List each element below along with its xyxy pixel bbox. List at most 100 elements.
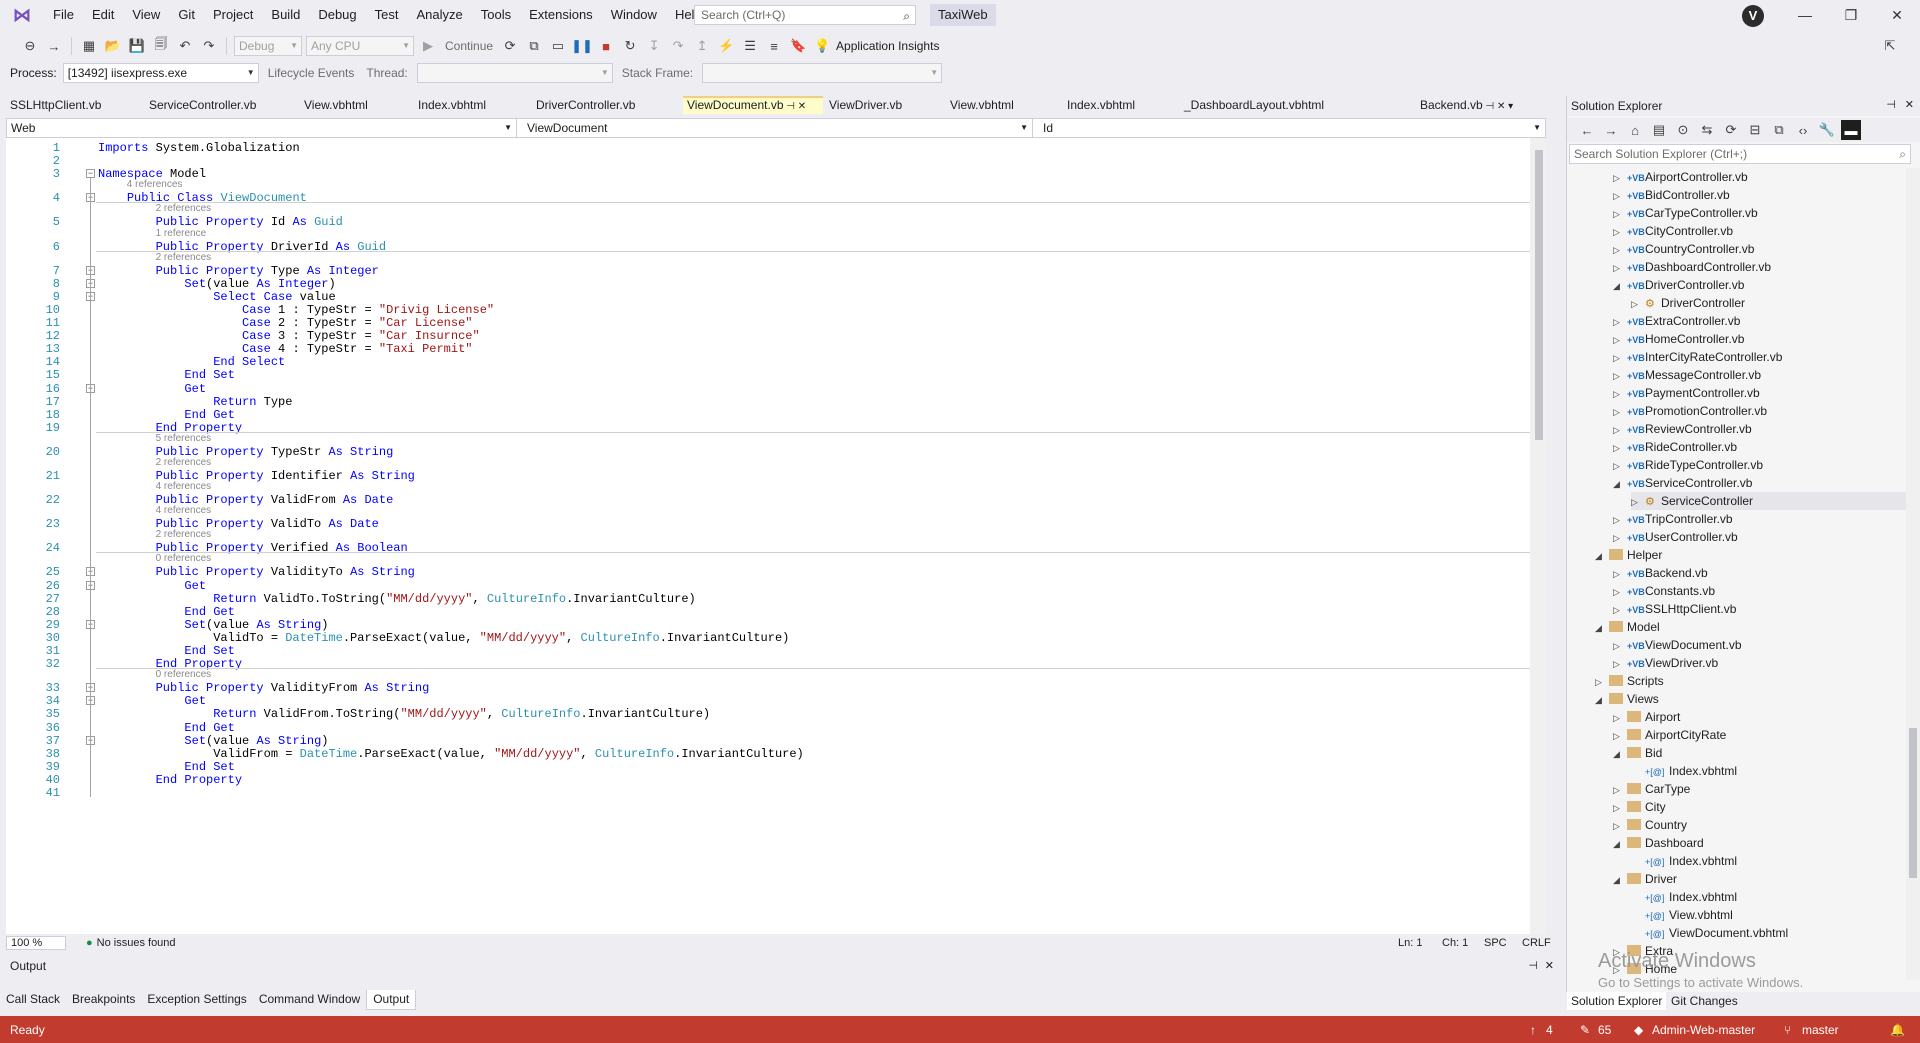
- unpushed-count[interactable]: 4: [1546, 1023, 1553, 1037]
- expand-arrow-icon[interactable]: ▷: [1613, 349, 1627, 367]
- expand-arrow-icon[interactable]: ▷: [1631, 295, 1645, 313]
- tree-item-cartype[interactable]: ▷ CarType: [1613, 780, 1690, 798]
- expand-arrow-icon[interactable]: ▷: [1613, 259, 1627, 277]
- tree-item-country[interactable]: ▷ Country: [1613, 816, 1687, 834]
- pause-icon[interactable]: ❚❚: [571, 36, 593, 56]
- tab-exception-settings[interactable]: Exception Settings: [141, 990, 252, 1010]
- platform-select[interactable]: Any CPU ▼: [306, 36, 414, 56]
- tab-sslhttpclient-vb[interactable]: SSLHttpClient.vb: [6, 96, 141, 114]
- collapse-region-icon[interactable]: −: [86, 169, 95, 179]
- save-all-icon[interactable]: 🗐: [151, 36, 171, 56]
- lifecycle-events-button[interactable]: Lifecycle Events: [265, 66, 358, 80]
- tab-viewdocument-vb[interactable]: ViewDocument.vb ⊣ ✕: [683, 96, 823, 114]
- expand-arrow-icon[interactable]: ▷: [1613, 241, 1627, 259]
- show-all-files-icon[interactable]: ⧉: [1769, 120, 1789, 140]
- save-icon[interactable]: 💾: [127, 36, 147, 56]
- play-icon[interactable]: ▶: [418, 36, 438, 56]
- tree-item-airportcityrate[interactable]: ▷ AirportCityRate: [1613, 726, 1726, 744]
- solution-search-input[interactable]: Search Solution Explorer (Ctrl+;) ⌕: [1569, 144, 1911, 164]
- expand-arrow-icon[interactable]: ▷: [1613, 565, 1627, 583]
- expand-arrow-icon[interactable]: ▷: [1613, 529, 1627, 547]
- expand-arrow-icon[interactable]: ▷: [1613, 421, 1627, 439]
- bookmark-icon[interactable]: 🔖: [788, 36, 808, 56]
- step-into-icon[interactable]: ↧: [644, 36, 664, 56]
- expand-arrow-icon[interactable]: ▷: [1613, 205, 1627, 223]
- tree-item-citycontroller-vb[interactable]: ▷ +VBCityController.vb: [1613, 222, 1733, 240]
- comment-icon[interactable]: ☰: [740, 36, 760, 56]
- search-input[interactable]: Search (Ctrl+Q) ⌕: [694, 5, 916, 25]
- code-line[interactable]: Public Property DriverId As Guid: [98, 239, 386, 255]
- collapse-arrow-icon[interactable]: ◢: [1595, 691, 1609, 709]
- line-ending-indicator[interactable]: CRLF: [1522, 937, 1551, 949]
- collapse-arrow-icon[interactable]: ◢: [1613, 871, 1627, 889]
- tree-item-viewdriver-vb[interactable]: ▷ +VBViewDriver.vb: [1613, 654, 1718, 672]
- tab-backend-vb[interactable]: Backend.vb ⊣ ✕ ▾: [1416, 96, 1546, 114]
- tree-item-servicecontroller-vb[interactable]: ◢ +VBServiceController.vb: [1613, 474, 1752, 492]
- tree-item-backend-vb[interactable]: ▷ +VBBackend.vb: [1613, 564, 1708, 582]
- solution-name-badge[interactable]: TaxiWeb: [930, 4, 996, 26]
- tree-item-scripts[interactable]: ▷ Scripts: [1595, 672, 1664, 690]
- expand-arrow-icon[interactable]: ▷: [1613, 331, 1627, 349]
- step-out-icon[interactable]: ↥: [692, 36, 712, 56]
- application-insights-button[interactable]: Application Insights: [836, 39, 939, 53]
- tree-item-index-vbhtml[interactable]: +[@] Index.vbhtml: [1631, 762, 1737, 780]
- code-line[interactable]: End Property: [98, 772, 242, 788]
- tree-item-dashboard[interactable]: ◢ Dashboard: [1613, 834, 1704, 852]
- pin-icon[interactable]: ⊣: [1886, 98, 1896, 111]
- expand-arrow-icon[interactable]: ▷: [1613, 367, 1627, 385]
- menu-item-extensions[interactable]: Extensions: [520, 0, 602, 30]
- tree-item-views[interactable]: ◢ Views: [1595, 690, 1659, 708]
- tree-item-paymentcontroller-vb[interactable]: ▷ +VBPaymentController.vb: [1613, 384, 1760, 402]
- tab-index-vbhtml[interactable]: Index.vbhtml: [414, 96, 528, 114]
- code-line[interactable]: Public Property TypeStr As String: [98, 444, 394, 460]
- tab-overflow-icon[interactable]: ⊣ ✕ ▾: [1483, 101, 1513, 112]
- undo-icon[interactable]: ↶: [175, 36, 195, 56]
- tree-item-index-vbhtml[interactable]: +[@] Index.vbhtml: [1631, 888, 1737, 906]
- tree-item-city[interactable]: ▷ City: [1613, 798, 1666, 816]
- restart-icon[interactable]: ↻: [620, 36, 640, 56]
- stop-icon[interactable]: ■: [596, 36, 616, 56]
- restore-icon[interactable]: ❐: [1828, 0, 1874, 30]
- back-icon[interactable]: ←: [1577, 120, 1597, 140]
- menu-item-git[interactable]: Git: [169, 0, 204, 30]
- menu-item-analyze[interactable]: Analyze: [407, 0, 471, 30]
- expand-arrow-icon[interactable]: ▷: [1613, 313, 1627, 331]
- tab-call-stack[interactable]: Call Stack: [0, 990, 66, 1010]
- expand-arrow-icon[interactable]: ▷: [1613, 637, 1627, 655]
- tree-item-servicecontroller[interactable]: ▷ ⚙ ServiceController: [1631, 492, 1907, 510]
- close-icon[interactable]: ✕: [1905, 98, 1914, 111]
- close-icon[interactable]: ✕: [1874, 0, 1920, 30]
- refresh-icon[interactable]: ⟳: [1721, 120, 1741, 140]
- collapse-all-icon[interactable]: ⊟: [1745, 120, 1765, 140]
- menu-item-test[interactable]: Test: [366, 0, 408, 30]
- changes-count[interactable]: 65: [1598, 1023, 1611, 1037]
- screen-icon[interactable]: ▭: [548, 36, 568, 56]
- tree-item-helper[interactable]: ◢ Helper: [1595, 546, 1662, 564]
- sync-icon[interactable]: ⇆: [1697, 120, 1717, 140]
- preview-icon[interactable]: ▬: [1841, 120, 1861, 140]
- pending-changes-icon[interactable]: ⊙: [1673, 120, 1693, 140]
- tree-item-index-vbhtml[interactable]: +[@] Index.vbhtml: [1631, 852, 1737, 870]
- tab-command-window[interactable]: Command Window: [253, 990, 366, 1010]
- expand-arrow-icon[interactable]: ▷: [1631, 493, 1645, 511]
- tab-index-vbhtml[interactable]: Index.vbhtml: [1063, 96, 1177, 114]
- live-share-icon[interactable]: ⇱: [1880, 36, 1900, 56]
- thread-select[interactable]: ▼: [416, 63, 613, 83]
- tree-item-model[interactable]: ◢ Model: [1595, 618, 1660, 636]
- view-code-icon[interactable]: ‹›: [1793, 120, 1813, 140]
- expand-arrow-icon[interactable]: ▷: [1613, 223, 1627, 241]
- tree-item-view-vbhtml[interactable]: +[@] View.vbhtml: [1631, 906, 1733, 924]
- collapse-arrow-icon[interactable]: ◢: [1613, 745, 1627, 763]
- issues-indicator[interactable]: No issues found: [97, 937, 176, 949]
- new-item-icon[interactable]: ▦: [79, 36, 99, 56]
- expand-arrow-icon[interactable]: ▷: [1613, 457, 1627, 475]
- tab-viewdriver-vb[interactable]: ViewDriver.vb: [825, 96, 943, 114]
- expand-arrow-icon[interactable]: ▷: [1613, 511, 1627, 529]
- tree-item-extracontroller-vb[interactable]: ▷ +VBExtraController.vb: [1613, 312, 1740, 330]
- collapse-arrow-icon[interactable]: ◢: [1613, 277, 1627, 295]
- expand-arrow-icon[interactable]: ▷: [1613, 799, 1627, 817]
- continue-button[interactable]: Continue: [442, 39, 496, 53]
- hot-reload-icon[interactable]: ⚡: [716, 36, 736, 56]
- project-dropdown[interactable]: Web ▼: [7, 119, 517, 137]
- code-line[interactable]: Public Property ValidTo As Date: [98, 516, 379, 532]
